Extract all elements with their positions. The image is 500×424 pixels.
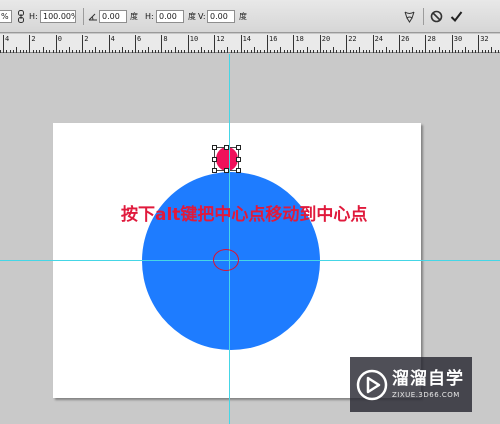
warp-mode-icon[interactable]	[403, 10, 416, 25]
transform-handle[interactable]	[212, 157, 217, 162]
separator	[423, 8, 424, 25]
ruler-tick-label: 8	[163, 35, 168, 43]
skew-h-unit: 度	[188, 12, 196, 21]
ruler-tick-label: 32	[480, 35, 489, 43]
options-bar: % H: 100.00% 0.00 度 H: 0.00 度 V: 0.00 度	[0, 0, 500, 33]
cancel-transform-icon[interactable]	[430, 10, 443, 25]
ruler-tick-label: 2	[31, 35, 36, 43]
horizontal-ruler[interactable]: 4 2 0 2 4 6 8 10 12 14 16 18 20 22 24 26 28 30 32	[0, 34, 500, 53]
transform-bounding-box[interactable]	[212, 145, 241, 173]
ruler-tick-label: 12	[216, 35, 225, 43]
ruler-tick-label: 4	[110, 35, 115, 43]
ruler-tick-label: 24	[374, 35, 384, 43]
rotate-angle-icon	[88, 11, 98, 23]
watermark-logo: 溜溜自学 ZIXUE.3D66.COM	[350, 357, 472, 412]
ruler-tick-label: 16	[269, 35, 278, 43]
link-proportions-icon[interactable]	[17, 10, 25, 25]
ruler-tick-label: 0	[57, 35, 63, 43]
transform-handle[interactable]	[212, 168, 217, 173]
ruler-tick-label: 18	[295, 35, 304, 43]
commit-transform-icon[interactable]	[450, 10, 463, 25]
ruler-tick-label: 30	[453, 35, 463, 43]
watermark-url: ZIXUE.3D66.COM	[392, 391, 460, 399]
width-percent-field[interactable]: %	[0, 10, 12, 23]
ruler-tick-label: 20	[321, 35, 331, 43]
skew-v-label: V:	[198, 12, 206, 21]
vertical-guide[interactable]	[229, 54, 230, 424]
transform-handle[interactable]	[236, 145, 241, 150]
ruler-tick-label: 22	[348, 35, 357, 43]
transform-handle[interactable]	[236, 157, 241, 162]
height-percent-field[interactable]: 100.00%	[40, 10, 76, 23]
horizontal-guide[interactable]	[0, 260, 500, 261]
play-logo-icon	[356, 369, 388, 401]
ruler-tick-label: 26	[401, 35, 410, 43]
watermark-title: 溜溜自学	[392, 369, 464, 389]
separator	[83, 8, 84, 25]
ruler-tick-label: 6	[137, 35, 142, 43]
rotate-unit: 度	[130, 12, 138, 21]
transform-handle[interactable]	[212, 145, 217, 150]
height-label: H:	[29, 12, 38, 21]
skew-h-field[interactable]: 0.00	[156, 10, 184, 23]
ruler-tick-label: 10	[189, 35, 199, 43]
skew-v-field[interactable]: 0.00	[207, 10, 235, 23]
center-point-marker	[213, 249, 239, 271]
ruler-tick-label: 2	[84, 35, 89, 43]
skew-h-label: H:	[145, 12, 154, 21]
transform-handle[interactable]	[236, 168, 241, 173]
ruler-tick-label: 4	[5, 35, 10, 43]
skew-v-unit: 度	[239, 12, 247, 21]
rotate-field[interactable]: 0.00	[99, 10, 127, 23]
ruler-tick-label: 14	[242, 35, 252, 43]
instruction-annotation: 按下alt键把中心点移动到中心点	[121, 205, 368, 225]
ruler-tick-label: 28	[427, 35, 436, 43]
